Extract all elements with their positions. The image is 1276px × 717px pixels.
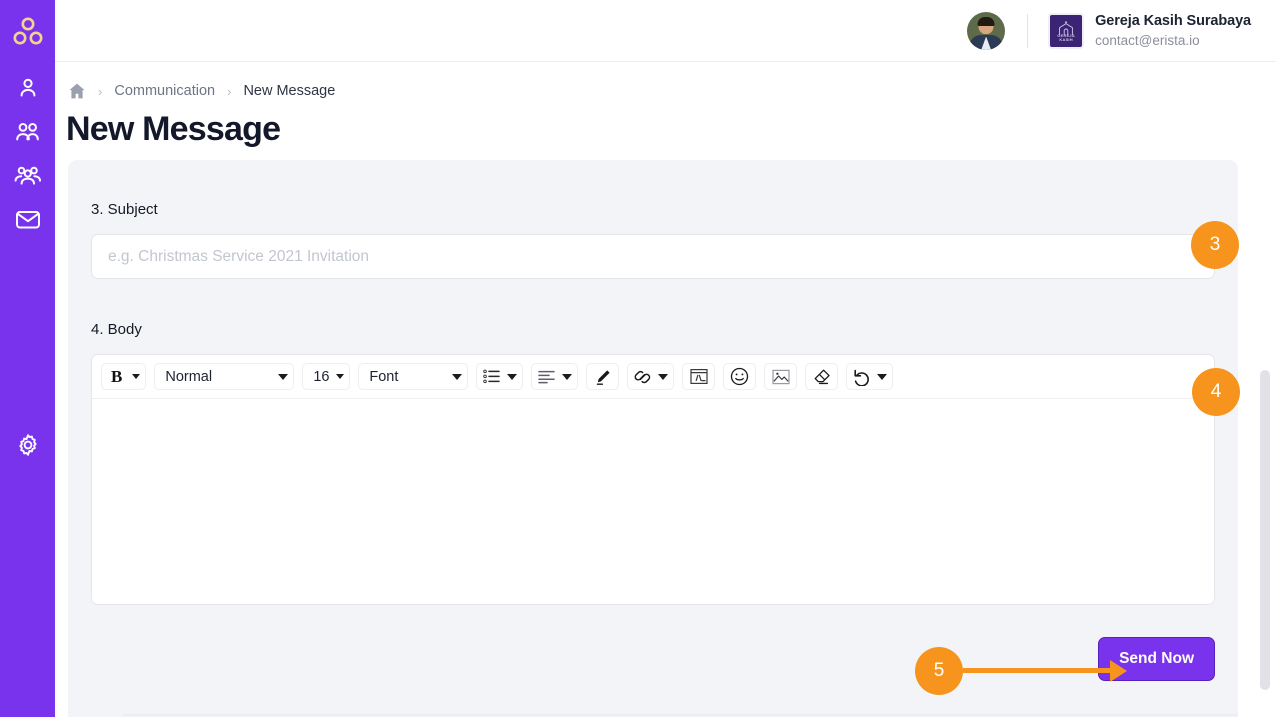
chevron-down-icon[interactable] — [336, 374, 345, 379]
text-style-select[interactable]: Normal — [154, 363, 295, 390]
pen-icon — [593, 367, 612, 386]
image-icon — [771, 367, 790, 386]
font-family-select[interactable]: Font — [358, 363, 469, 390]
font-family-value: Font — [369, 368, 399, 385]
main-sidebar — [0, 0, 55, 717]
home-glyph-icon — [69, 83, 85, 99]
text-style-value: Normal — [165, 368, 213, 385]
breadcrumb-separator-1: › — [98, 83, 103, 99]
subject-label: 3. Subject — [91, 201, 158, 218]
card-footer: Send Now — [91, 605, 1215, 701]
list-button[interactable] — [476, 363, 524, 390]
brand-logo-icon[interactable] — [10, 14, 46, 50]
breadcrumb-item-communication[interactable]: Communication — [114, 83, 215, 99]
link-icon — [633, 367, 652, 386]
bullet-list-icon — [482, 367, 501, 386]
subject-input[interactable] — [91, 234, 1215, 279]
undo-button[interactable] — [846, 363, 894, 390]
avatar-hair — [977, 16, 995, 26]
sidebar-item-groups[interactable] — [11, 164, 45, 187]
sidebar-item-communication[interactable] — [11, 208, 45, 231]
eraser-icon — [812, 367, 831, 386]
sidebar-item-people[interactable] — [11, 120, 45, 143]
envelope-icon — [15, 211, 40, 229]
image-button[interactable] — [764, 363, 798, 390]
chevron-down-icon[interactable] — [507, 373, 518, 380]
breadcrumb-item-new-message: New Message — [243, 83, 336, 99]
avatar[interactable] — [967, 11, 1006, 50]
group-of-people-icon — [14, 166, 41, 185]
smiley-icon — [730, 367, 749, 386]
sidebar-item-person[interactable] — [11, 76, 45, 99]
embed-button[interactable] — [682, 363, 716, 390]
emoji-button[interactable] — [723, 363, 757, 390]
font-size-select[interactable]: 16 — [302, 363, 351, 390]
annotation-badge-3: 3 — [1191, 221, 1239, 269]
organization-logo-icon: GEREJA KASIH — [1048, 12, 1085, 49]
home-icon[interactable] — [68, 82, 86, 100]
code-embed-icon — [689, 367, 708, 386]
two-people-icon — [15, 122, 39, 140]
app-window: GEREJA KASIH Gereja Kasih Surabaya conta… — [0, 0, 1276, 717]
header-divider — [1027, 13, 1029, 48]
undo-arrow-icon — [852, 367, 871, 386]
organization-info: Gereja Kasih Surabaya contact@erista.io — [1095, 12, 1251, 49]
vertical-scrollbar-thumb[interactable] — [1260, 370, 1270, 690]
chevron-down-icon[interactable] — [132, 374, 141, 379]
editor-toolbar: B Normal 16 Font — [92, 355, 1214, 399]
body-label: 4. Body — [91, 321, 142, 338]
body-editor-area[interactable] — [92, 399, 1214, 604]
annotation-badge-4: 4 — [1192, 368, 1240, 416]
organization-email: contact@erista.io — [1095, 32, 1200, 48]
chevron-down-icon[interactable] — [278, 373, 289, 380]
bold-button[interactable]: B — [101, 363, 147, 390]
chevron-down-icon[interactable] — [452, 373, 463, 380]
top-header: GEREJA KASIH Gereja Kasih Surabaya conta… — [55, 0, 1276, 62]
align-button[interactable] — [531, 363, 579, 390]
rich-text-editor: B Normal 16 Font — [91, 354, 1215, 605]
breadcrumb: › Communication › New Message — [55, 62, 1276, 100]
font-size-value: 16 — [313, 368, 330, 385]
chevron-down-icon[interactable] — [877, 373, 888, 380]
person-icon — [20, 78, 35, 96]
organization-logo-text: GEREJA KASIH — [1057, 32, 1075, 42]
bold-label: B — [111, 366, 123, 386]
main-content: › Communication › New Message New Messag… — [55, 62, 1276, 717]
header-account-area: GEREJA KASIH Gereja Kasih Surabaya conta… — [967, 11, 1276, 50]
sidebar-item-settings[interactable] — [13, 430, 43, 460]
chevron-down-icon[interactable] — [562, 373, 573, 380]
breadcrumb-separator-2: › — [227, 83, 232, 99]
link-button[interactable] — [627, 363, 675, 390]
page-title: New Message — [66, 110, 281, 148]
align-left-icon — [537, 367, 556, 386]
clear-formatting-button[interactable] — [805, 363, 839, 390]
annotation-badge-5: 5 — [915, 647, 963, 695]
organization-name: Gereja Kasih Surabaya — [1095, 12, 1251, 29]
annotation-arrow-head — [1110, 660, 1127, 682]
highlight-button[interactable] — [586, 363, 620, 390]
new-message-card: 3. Subject 4. Body B Normal — [68, 160, 1238, 717]
gear-icon — [18, 434, 37, 456]
chevron-down-icon[interactable] — [658, 373, 669, 380]
annotation-arrow-line — [963, 668, 1117, 673]
